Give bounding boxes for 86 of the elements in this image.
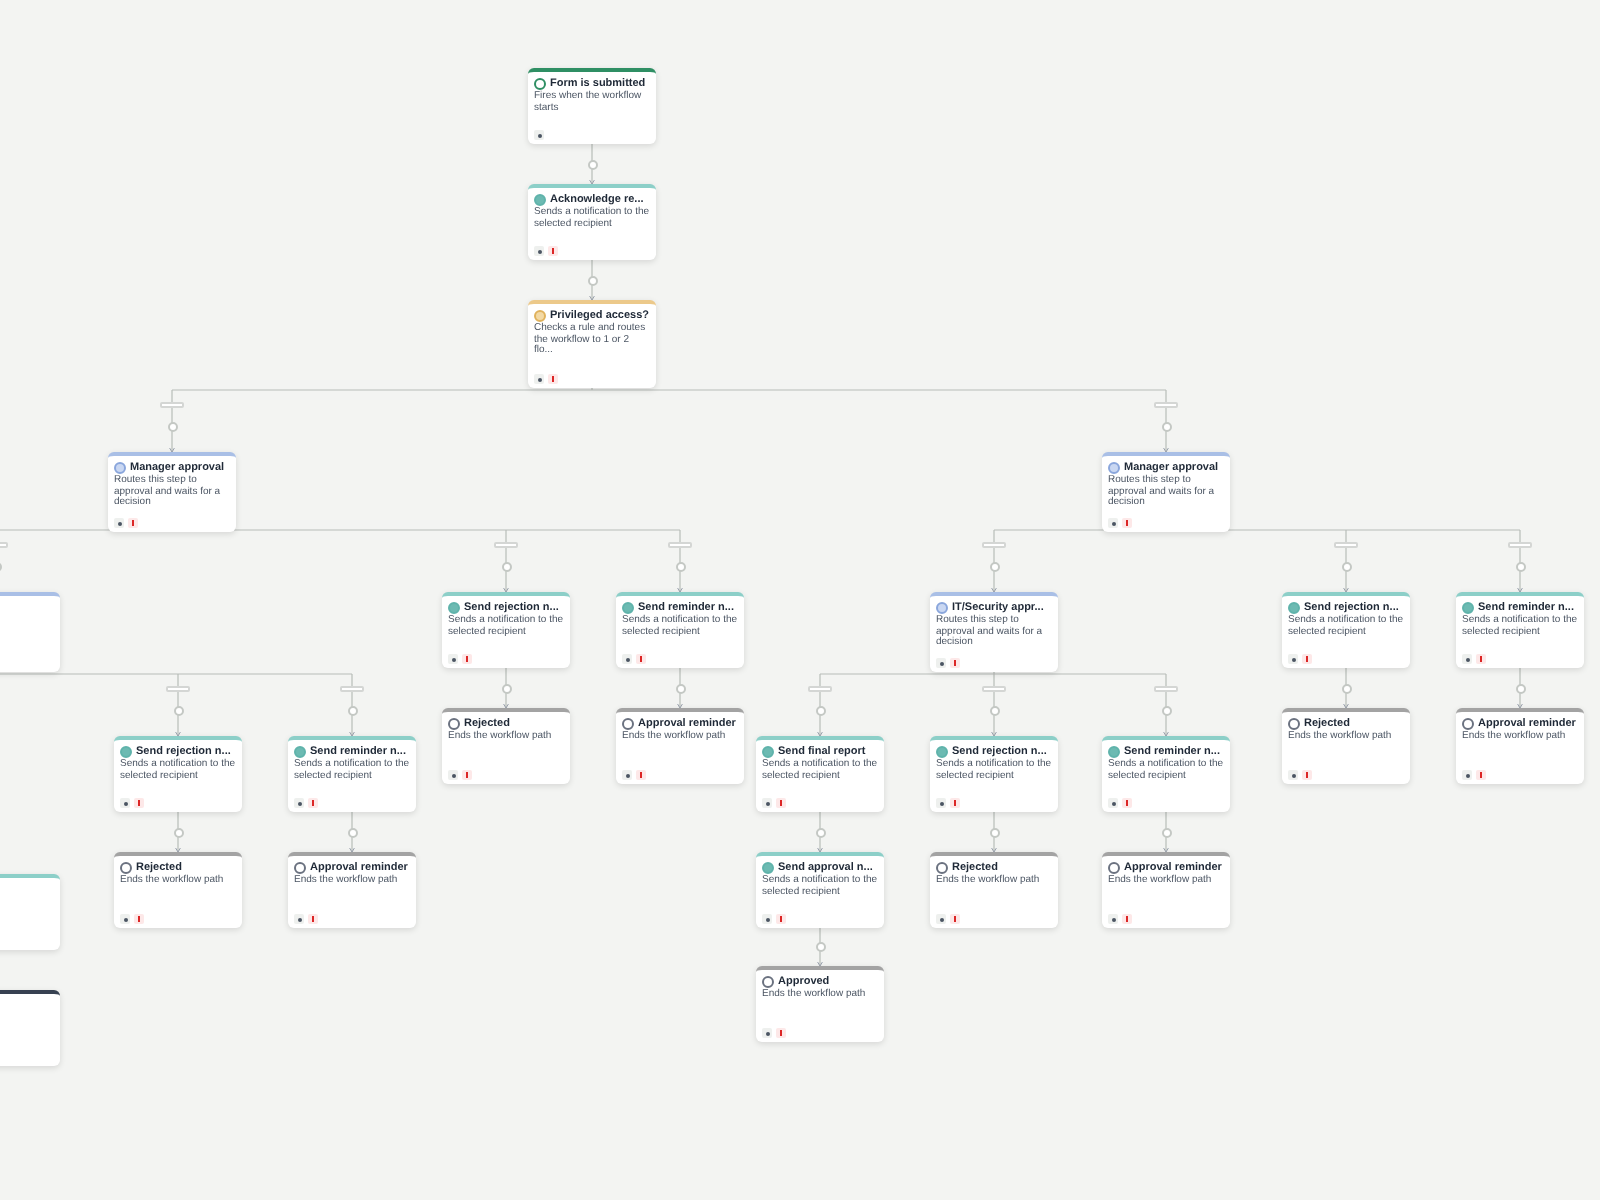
connector-line [817,811,823,853]
settings-button[interactable] [1288,654,1298,664]
delete-button[interactable] [462,770,472,780]
settings-button[interactable] [448,770,458,780]
delete-button[interactable] [1122,798,1132,808]
delete-button[interactable] [1476,654,1486,664]
step-icon [534,194,546,206]
settings-button[interactable] [294,798,304,808]
connector-line [503,667,509,709]
settings-button[interactable] [120,798,130,808]
step-icon [622,718,634,730]
settings-button[interactable] [534,374,544,384]
delete-button[interactable] [1302,654,1312,664]
connector-line [175,811,181,853]
settings-button[interactable] [762,914,772,924]
step-icon [294,862,306,874]
delete-button[interactable] [134,798,144,808]
delete-button[interactable] [308,914,318,924]
step-icon [936,862,948,874]
step-icon [534,310,546,322]
delete-button[interactable] [1476,770,1486,780]
step-icon [1288,718,1300,730]
settings-button[interactable] [534,246,544,256]
step-icon [936,746,948,758]
step-icon [1108,862,1120,874]
settings-button[interactable] [762,798,772,808]
step-icon [1288,602,1300,614]
delete-button[interactable] [1302,770,1312,780]
step-icon [762,746,774,758]
connector-line [677,667,683,709]
step-icon [120,746,132,758]
connector-line [589,143,595,185]
delete-button[interactable] [950,914,960,924]
step-icon [762,862,774,874]
step-icon [294,746,306,758]
step-icon [448,602,460,614]
delete-button[interactable] [636,654,646,664]
delete-button[interactable] [1122,914,1132,924]
step-icon [448,718,460,730]
step-icon [762,976,774,988]
settings-button[interactable] [120,914,130,924]
step-icon [1108,462,1120,474]
connector-line [349,811,355,853]
settings-button[interactable] [762,1028,772,1038]
settings-button[interactable] [936,658,946,668]
settings-button[interactable] [1108,914,1118,924]
step-icon [622,602,634,614]
connector-line [1517,667,1523,709]
settings-button[interactable] [114,518,124,528]
delete-button[interactable] [548,246,558,256]
settings-button[interactable] [1462,770,1472,780]
settings-button[interactable] [622,770,632,780]
step-icon [1108,746,1120,758]
settings-button[interactable] [448,654,458,664]
settings-button[interactable] [1462,654,1472,664]
settings-button[interactable] [1108,518,1118,528]
step-icon [114,462,126,474]
connector-line [1343,667,1349,709]
settings-button[interactable] [936,798,946,808]
delete-button[interactable] [776,798,786,808]
settings-button[interactable] [534,130,544,140]
delete-button[interactable] [1122,518,1132,528]
settings-button[interactable] [1108,798,1118,808]
connector-line [991,811,997,853]
delete-button[interactable] [636,770,646,780]
delete-button[interactable] [950,658,960,668]
delete-button[interactable] [128,518,138,528]
settings-button[interactable] [936,914,946,924]
delete-button[interactable] [548,374,558,384]
step-icon [120,862,132,874]
delete-button[interactable] [134,914,144,924]
connector-line [589,259,595,301]
step-icon [1462,718,1474,730]
settings-button[interactable] [1288,770,1298,780]
delete-button[interactable] [950,798,960,808]
connector-line [1163,811,1169,853]
step-icon [936,602,948,614]
delete-button[interactable] [462,654,472,664]
step-icon [1462,602,1474,614]
settings-button[interactable] [294,914,304,924]
delete-button[interactable] [776,1028,786,1038]
connector-line [817,927,823,967]
delete-button[interactable] [308,798,318,808]
settings-button[interactable] [622,654,632,664]
step-icon [534,78,546,90]
delete-button[interactable] [776,914,786,924]
